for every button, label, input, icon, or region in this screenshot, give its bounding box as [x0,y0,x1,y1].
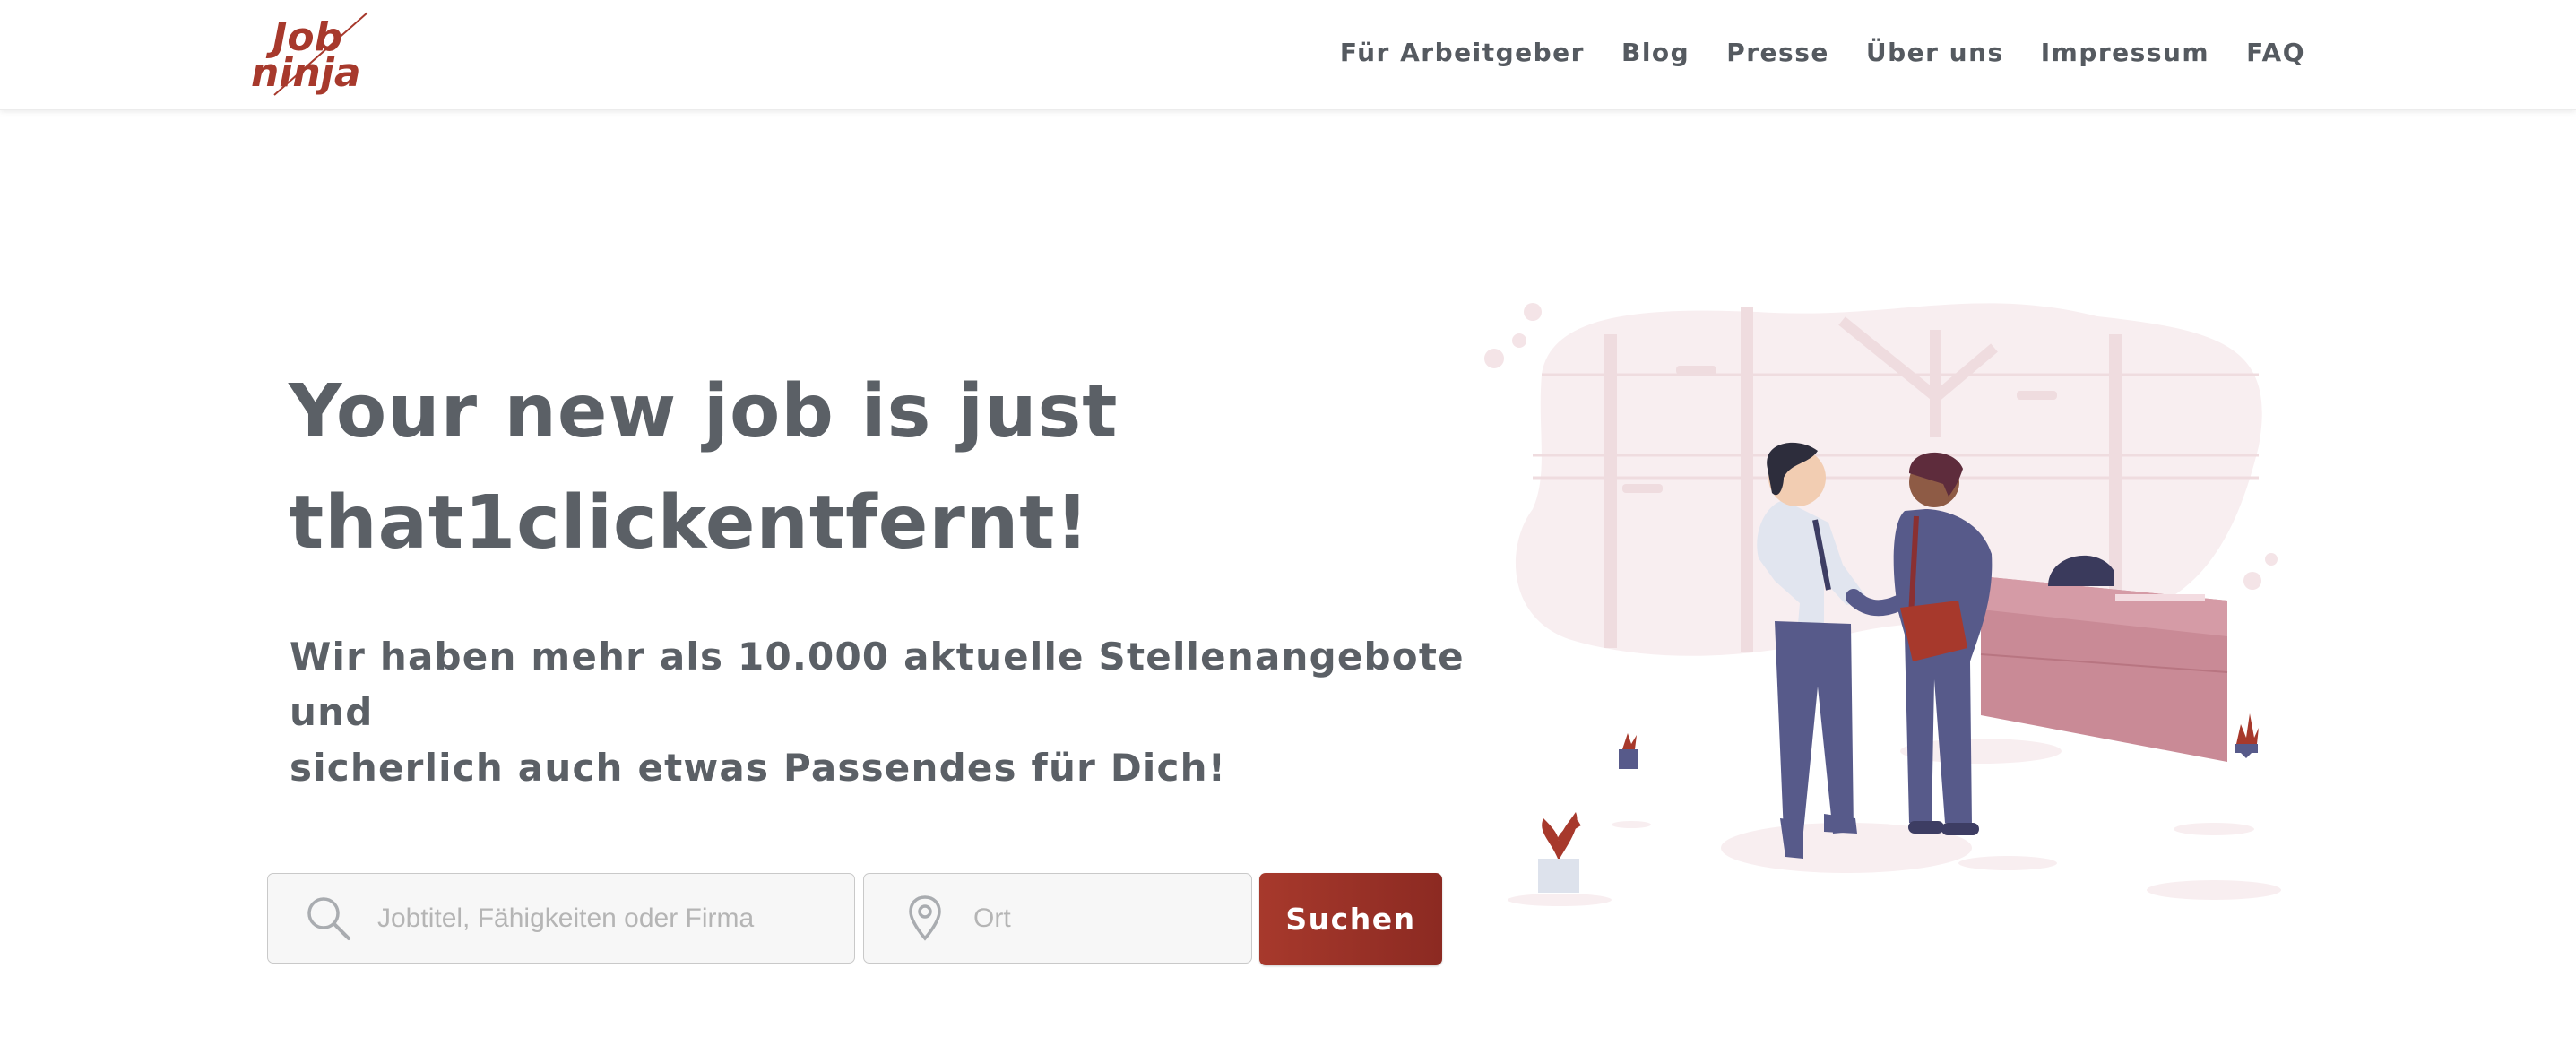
nav-link-arbeitgeber[interactable]: Für Arbeitgeber [1340,38,1585,67]
hero-subtitle: Wir haben mehr als 10.000 aktuelle Stell… [290,629,1482,796]
svg-text:ninja: ninja [251,50,361,96]
nav-link-impressum[interactable]: Impressum [2041,38,2209,67]
top-navbar: Job ninja Für Arbeitgeber Blog Presse Üb… [0,0,2576,110]
search-icon [304,894,354,948]
hero-title: Your new job is just that1clickentfernt! [289,357,1346,579]
search-button[interactable]: Suchen [1259,873,1442,965]
nav-link-presse[interactable]: Presse [1726,38,1829,67]
job-search-field[interactable] [267,873,855,964]
hero-subtitle-line-2: sicherlich auch etwas Passendes für Dich… [290,746,1227,790]
nav-link-blog[interactable]: Blog [1621,38,1690,67]
main-nav: Für Arbeitgeber Blog Presse Über uns Imp… [1340,0,2305,104]
nav-link-faq[interactable]: FAQ [2246,38,2305,67]
handshake-illustration [1470,285,2295,912]
nav-link-ueber-uns[interactable]: Über uns [1866,38,2004,67]
hero-title-line-1: Your new job is just [289,369,1119,454]
jobninja-logo[interactable]: Job ninja [242,5,376,99]
map-pin-icon [907,894,943,948]
location-field[interactable] [863,873,1252,964]
hero-subtitle-line-1: Wir haben mehr als 10.000 aktuelle Stell… [290,635,1465,734]
hero-title-line-2: that1clickentfernt! [289,480,1090,566]
location-input[interactable] [972,874,1244,963]
job-search-input[interactable] [376,874,836,963]
